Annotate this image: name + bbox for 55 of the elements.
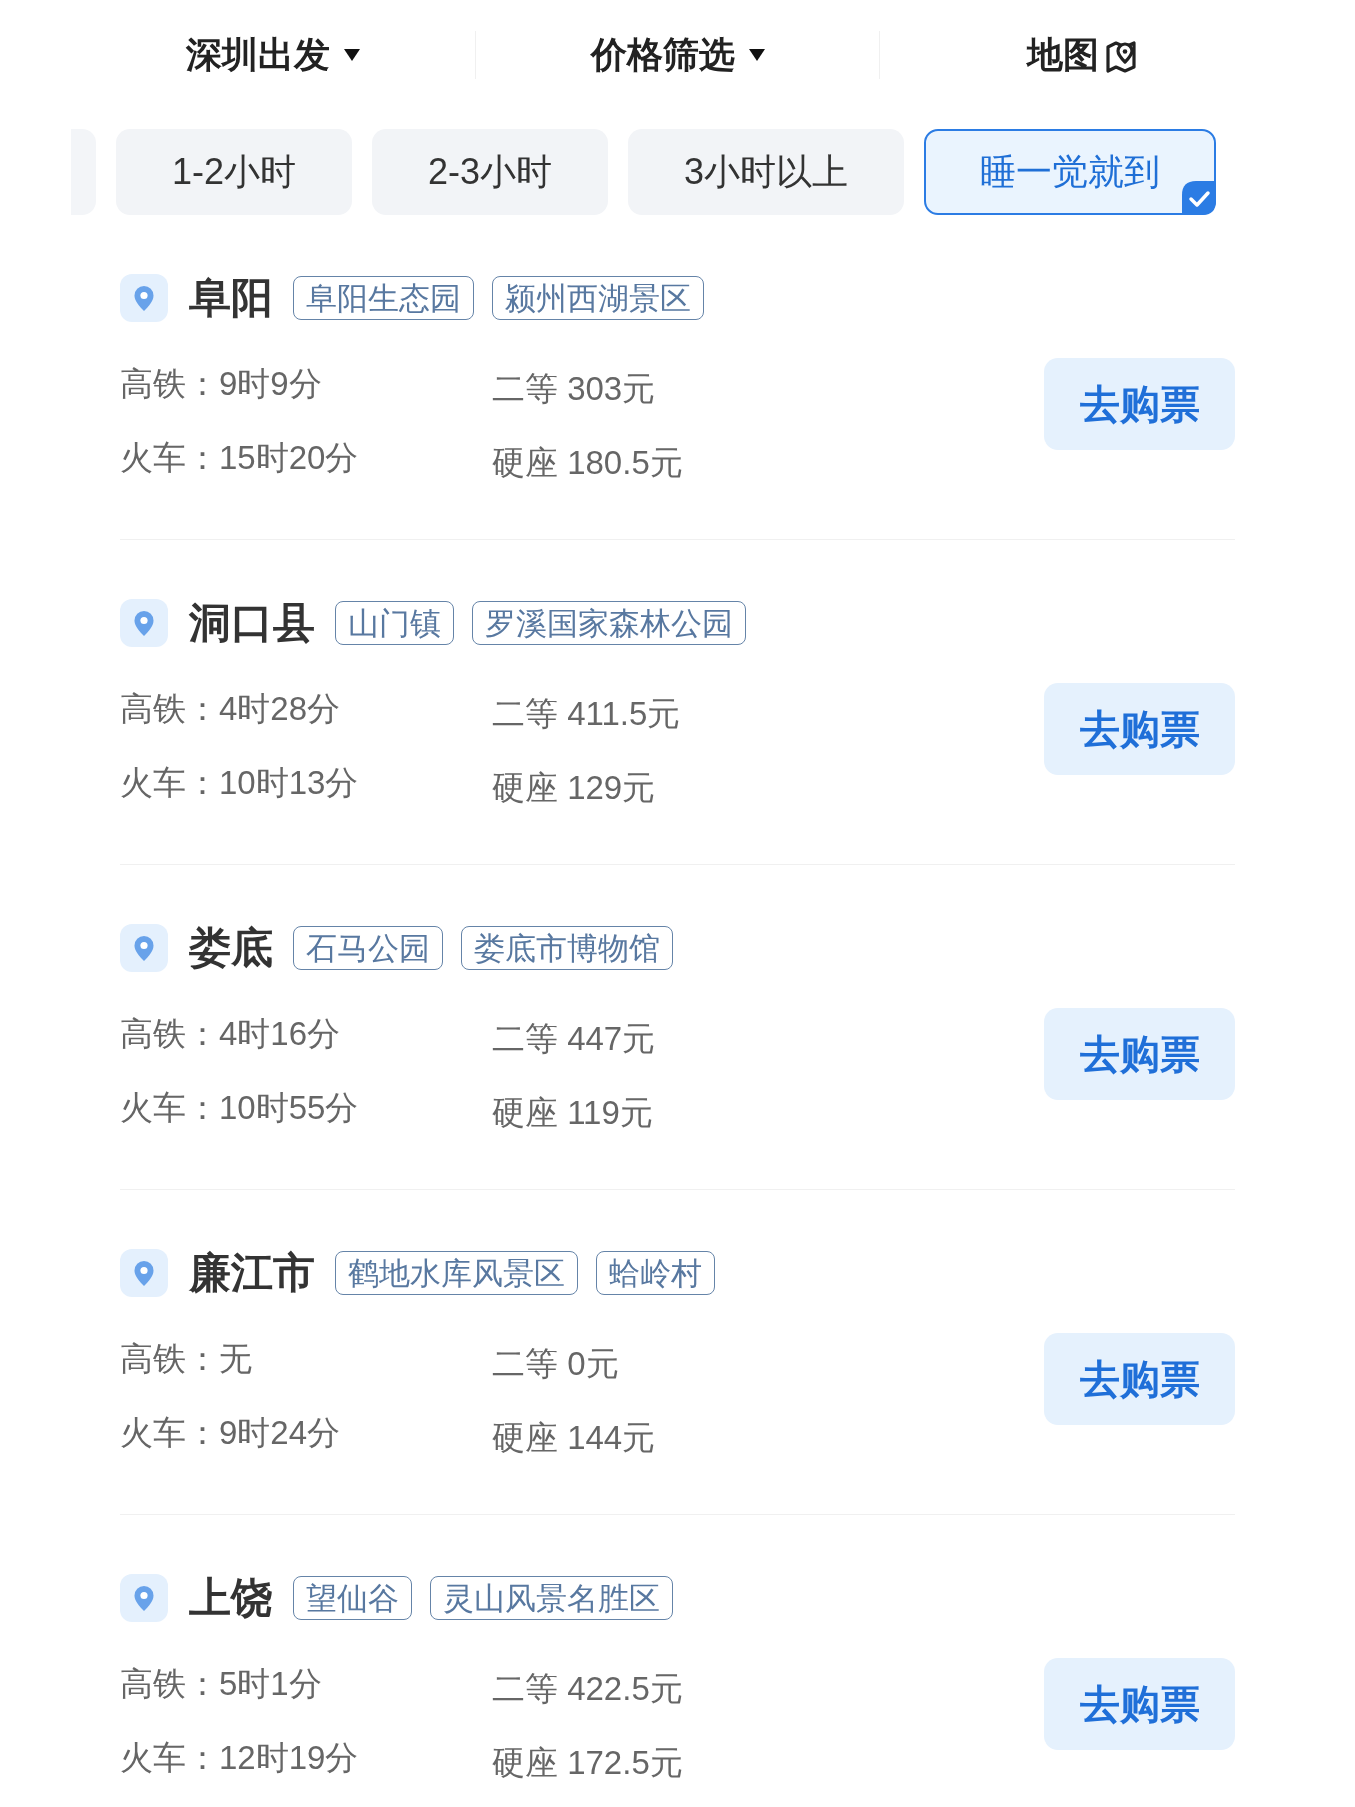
- ticket-price: 二等 303元: [492, 371, 656, 405]
- city-name: 娄底: [189, 927, 273, 969]
- city-name: 廉江市: [189, 1252, 315, 1294]
- filter-chip[interactable]: 1-2小时: [116, 129, 353, 215]
- attraction-tag: 颍州西湖景区: [492, 276, 704, 320]
- location-pin-icon: [120, 274, 168, 322]
- attraction-tag: 罗溪国家森林公园: [472, 601, 746, 645]
- attraction-tag: 石马公园: [293, 926, 443, 970]
- attraction-tag: 灵山风景名胜区: [430, 1576, 673, 1620]
- ticket-price: 二等 0元: [492, 1346, 619, 1380]
- check-badge-icon: [1182, 181, 1217, 215]
- attraction-tag: 鹤地水库风景区: [335, 1251, 578, 1295]
- location-pin-icon: [120, 1574, 168, 1622]
- travel-time: 火车：12时19分: [120, 1740, 359, 1774]
- dropdown-tab[interactable]: 价格筛选: [590, 37, 765, 73]
- location-pin-icon: [120, 1249, 168, 1297]
- ticket-price: 硬座 144元: [492, 1420, 656, 1454]
- travel-time: 火车：9时24分: [120, 1415, 341, 1449]
- ticket-price: 硬座 172.5元: [492, 1745, 683, 1779]
- travel-time: 高铁：无: [120, 1341, 252, 1375]
- ticket-price: 硬座 180.5元: [492, 445, 683, 479]
- travel-time: 火车：10时55分: [120, 1090, 359, 1124]
- ticket-price: 二等 422.5元: [492, 1671, 683, 1705]
- filter-chip[interactable]: 睡一觉就到: [924, 129, 1217, 215]
- attraction-tag: 娄底市博物馆: [461, 926, 673, 970]
- buy-ticket-button[interactable]: 去购票: [1044, 1008, 1235, 1100]
- caret-down-icon: [748, 49, 765, 61]
- buy-ticket-button[interactable]: 去购票: [1044, 1658, 1235, 1750]
- filter-chip[interactable]: 2-3小时: [372, 129, 609, 215]
- ticket-price: 二等 411.5元: [492, 696, 681, 730]
- travel-time: 高铁：4时28分: [120, 691, 341, 725]
- attraction-tag: 山门镇: [335, 601, 454, 645]
- ticket-price: 硬座 129元: [492, 770, 656, 804]
- city-name: 洞口县: [189, 602, 315, 644]
- location-pin-icon: [120, 599, 168, 647]
- buy-ticket-button[interactable]: 去购票: [1044, 683, 1235, 775]
- ticket-price: 二等 447元: [492, 1021, 656, 1055]
- dropdown-tab[interactable]: 深圳出发: [185, 37, 360, 73]
- location-pin-icon: [120, 924, 168, 972]
- caret-down-icon: [343, 49, 360, 61]
- buy-ticket-button[interactable]: 去购票: [1044, 358, 1235, 450]
- travel-time: 火车：15时20分: [120, 440, 359, 474]
- filter-chip[interactable]: 3小时以上: [628, 129, 905, 215]
- city-name: 上饶: [189, 1577, 273, 1619]
- travel-time: 高铁：9时9分: [120, 366, 322, 400]
- map-tab[interactable]: 地图: [1027, 37, 1138, 73]
- city-name: 阜阳: [189, 277, 273, 319]
- ticket-price: 硬座 119元: [492, 1095, 653, 1129]
- travel-time: 高铁：4时16分: [120, 1016, 341, 1050]
- attraction-tag: 望仙谷: [293, 1576, 412, 1620]
- travel-time: 高铁：5时1分: [120, 1666, 322, 1700]
- attraction-tag: 蛤岭村: [596, 1251, 715, 1295]
- buy-ticket-button[interactable]: 去购票: [1044, 1333, 1235, 1425]
- attraction-tag: 阜阳生态园: [293, 276, 474, 320]
- travel-time: 火车：10时13分: [120, 765, 359, 799]
